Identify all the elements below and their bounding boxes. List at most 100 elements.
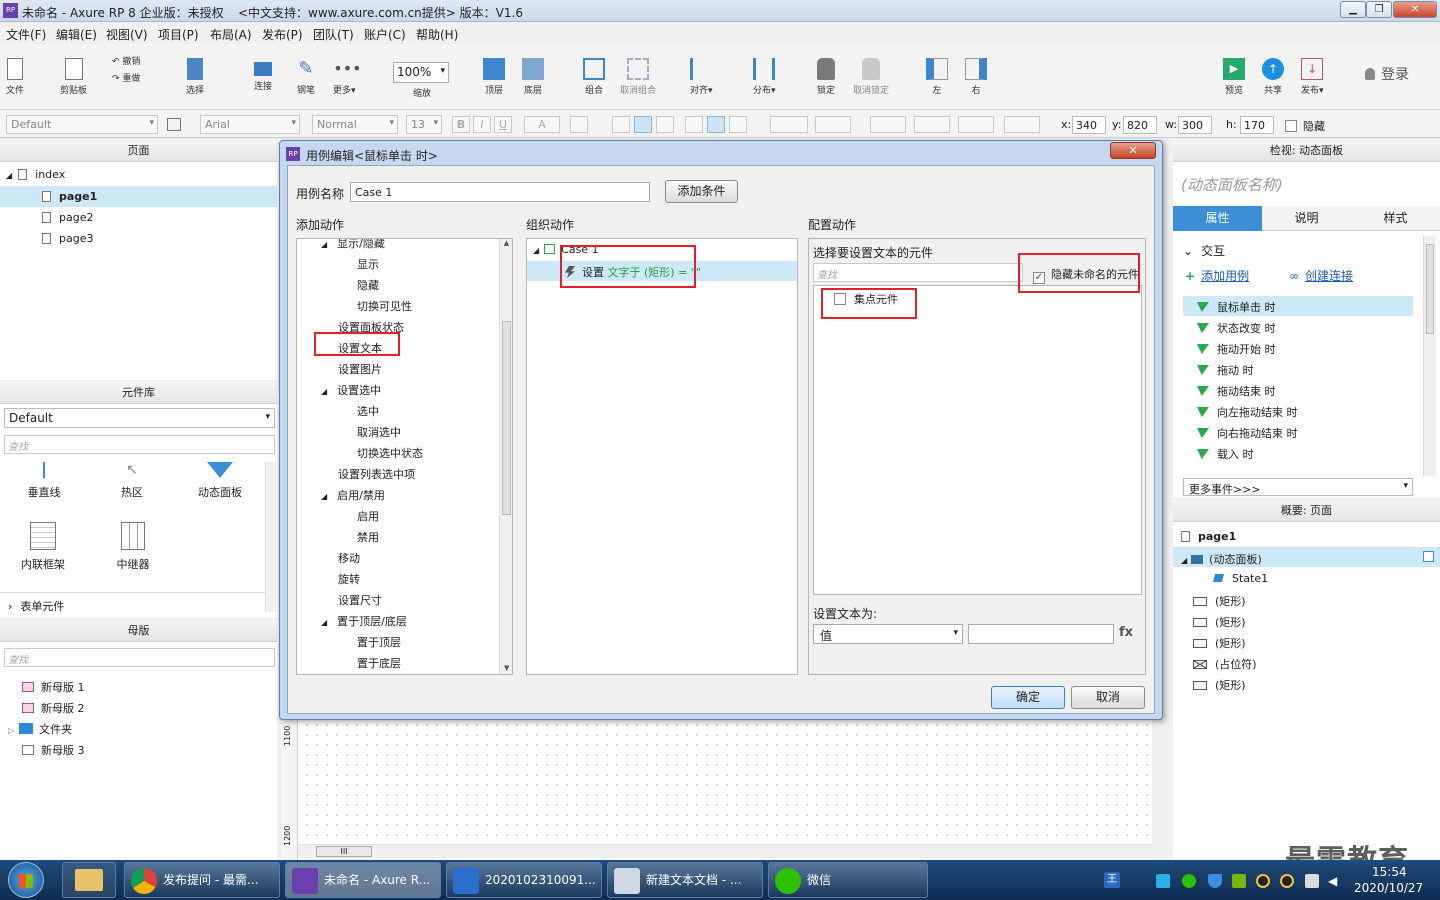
value-type-select[interactable]: 值 ▾ xyxy=(813,624,963,644)
menu-account[interactable]: 账户(C) xyxy=(364,26,406,43)
inspector-scroll-thumb[interactable] xyxy=(1426,244,1434,334)
menu-publish[interactable]: 发布(P) xyxy=(262,26,303,43)
outline-item-rect-1[interactable]: (矩形) xyxy=(1193,593,1246,609)
undo-button[interactable]: ↶ 撤销 xyxy=(112,54,140,67)
action-item[interactable]: ◢ 启用/禁用 xyxy=(321,487,385,503)
tab-style[interactable]: 样式 xyxy=(1351,206,1440,231)
valign-middle-button[interactable] xyxy=(707,116,725,133)
style-select[interactable]: Default xyxy=(6,115,158,134)
tray-gpu-icon[interactable] xyxy=(1232,874,1246,888)
action-item[interactable]: 显示 xyxy=(357,256,379,272)
bring-top-button[interactable]: 顶层 xyxy=(483,58,505,96)
scroll-down-arrow-icon[interactable]: ▼ xyxy=(504,664,509,672)
taskbar-item-notepad[interactable]: 新建文本文档 - ... xyxy=(607,862,763,898)
clock-time[interactable]: 15:54 xyxy=(1372,865,1407,879)
page-tree-item-page1[interactable]: page1 xyxy=(0,186,277,207)
zoom-select[interactable]: 100% ▾ xyxy=(393,62,449,83)
event-on-drag-start[interactable]: 拖动开始 时 xyxy=(1197,341,1276,357)
ungroup-button[interactable]: 取消组合 xyxy=(620,58,656,96)
create-link-link[interactable]: ∞ 创建连接 xyxy=(1289,267,1353,284)
tray-wechat-icon[interactable] xyxy=(1182,874,1196,888)
line-width-button[interactable] xyxy=(914,116,950,133)
action-item[interactable]: 设置尺寸 xyxy=(338,592,382,608)
pen-button[interactable]: ✎ 钢笔 xyxy=(295,58,317,96)
action-item[interactable]: 置于底层 xyxy=(357,655,401,671)
line-pattern-button[interactable] xyxy=(958,116,994,133)
lock-button[interactable]: 锁定 xyxy=(817,58,835,96)
text-value-input[interactable] xyxy=(968,624,1114,644)
page-tree-item-page3[interactable]: page3 xyxy=(42,232,93,245)
taskbar-item-axure[interactable]: 未命名 - Axure R... xyxy=(285,862,441,898)
design-canvas[interactable]: 1100 1200 III xyxy=(282,720,1152,860)
action-item[interactable]: ◢ 显示/隐藏 xyxy=(321,239,385,251)
underline-button[interactable]: U xyxy=(494,116,512,133)
select-button[interactable]: 选择 xyxy=(186,58,204,96)
menu-edit[interactable]: 编辑(E) xyxy=(56,26,97,43)
tray-qq2-icon[interactable] xyxy=(1280,874,1294,888)
outline-item-placeholder[interactable]: (占位符) xyxy=(1193,656,1257,672)
login-button[interactable]: 登录 xyxy=(1365,64,1409,84)
action-item[interactable]: 设置列表选中项 xyxy=(338,466,415,482)
widget-repeater[interactable]: 中继器 xyxy=(110,522,156,572)
action-list-scroll-thumb[interactable] xyxy=(502,321,511,515)
connect-button[interactable]: 连接 xyxy=(254,58,272,92)
outline-item-page1[interactable]: page1 xyxy=(1181,530,1236,543)
align-center-button[interactable] xyxy=(634,116,652,133)
event-on-state-change[interactable]: 状态改变 时 xyxy=(1197,320,1276,336)
action-item[interactable]: 移动 xyxy=(338,550,360,566)
h-scroll-thumb[interactable]: III xyxy=(316,846,372,857)
action-item[interactable]: 选中 xyxy=(357,403,379,419)
cancel-button[interactable]: 取消 xyxy=(1071,686,1145,709)
tray-qq-icon[interactable] xyxy=(1256,874,1270,888)
page-tree-item-page2[interactable]: page2 xyxy=(42,211,93,224)
valign-bottom-button[interactable] xyxy=(729,116,747,133)
tray-network-icon[interactable] xyxy=(1305,874,1319,888)
action-list-scrollbar[interactable]: ▲ ▼ xyxy=(499,239,512,674)
visibility-icon[interactable] xyxy=(1423,551,1434,562)
h-input[interactable]: 170 xyxy=(1240,116,1274,134)
align-left-button[interactable] xyxy=(612,116,630,133)
distribute-button[interactable]: 分布▾ xyxy=(753,58,776,96)
group-button[interactable]: 组合 xyxy=(583,58,605,96)
send-bottom-button[interactable]: 底层 xyxy=(522,58,544,96)
action-item[interactable]: 旋转 xyxy=(338,571,360,587)
widget-dynamic-panel[interactable]: 动态面板 xyxy=(196,462,244,500)
right-panel-button[interactable]: 右 xyxy=(965,58,987,96)
input-method-icon[interactable]: 王 xyxy=(1104,872,1120,888)
w-input[interactable]: 300 xyxy=(1178,116,1212,134)
add-condition-button[interactable]: 添加条件 xyxy=(665,180,738,203)
align-button[interactable]: 对齐▾ xyxy=(690,58,713,96)
preview-button[interactable]: ▶ 预览 xyxy=(1223,58,1245,96)
menu-team[interactable]: 团队(T) xyxy=(313,26,354,43)
bold-button[interactable]: B xyxy=(452,116,470,133)
outline-item-state1[interactable]: State1 xyxy=(1213,572,1268,585)
action-item[interactable]: 设置图片 xyxy=(338,361,382,377)
action-item[interactable]: 禁用 xyxy=(357,529,379,545)
bullet-list-button[interactable] xyxy=(570,116,588,133)
action-item[interactable]: 取消选中 xyxy=(357,424,401,440)
shadow-button[interactable] xyxy=(815,116,851,133)
page-tree-item-index[interactable]: ◢ index xyxy=(6,168,65,181)
redo-button[interactable]: ↷ 重做 xyxy=(112,71,140,84)
event-on-load[interactable]: 载入 时 xyxy=(1197,446,1254,462)
event-on-swipe-left[interactable]: 向左拖动结束 时 xyxy=(1197,404,1298,420)
x-input[interactable]: 340 xyxy=(1072,116,1106,134)
maximize-button[interactable]: ❐ xyxy=(1366,1,1392,18)
widget-name-field[interactable]: (动态面板名称) xyxy=(1181,174,1283,195)
scroll-up-arrow-icon[interactable]: ▲ xyxy=(500,239,512,247)
outline-item-rect-3[interactable]: (矩形) xyxy=(1193,635,1246,651)
action-item[interactable]: 置于顶层 xyxy=(357,634,401,650)
action-item[interactable]: 切换选中状态 xyxy=(357,445,423,461)
fill-color-button[interactable] xyxy=(770,116,808,133)
outline-item-dynamic-panel[interactable]: ◢ (动态面板) xyxy=(1173,547,1440,567)
widget-hotspot[interactable]: ↖ 热区 xyxy=(114,462,150,500)
action-item[interactable]: 隐藏 xyxy=(357,277,379,293)
tab-notes[interactable]: 说明 xyxy=(1262,206,1351,231)
menu-file[interactable]: 文件(F) xyxy=(6,26,46,43)
y-input[interactable]: 820 xyxy=(1123,116,1157,134)
font-weight-select[interactable]: Normal xyxy=(312,115,398,134)
font-size-select[interactable]: 13 xyxy=(406,115,442,134)
outline-item-rect-2[interactable]: (矩形) xyxy=(1193,614,1246,630)
widget-vertical-line[interactable]: 垂直线 xyxy=(26,462,62,500)
expand-arrow-icon[interactable]: ◢ xyxy=(321,492,327,501)
